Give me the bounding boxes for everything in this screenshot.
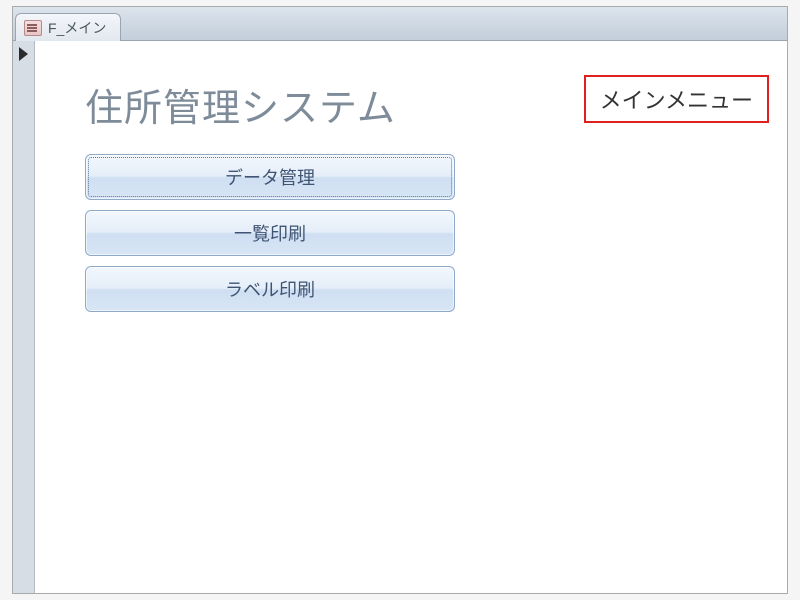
label-print-button[interactable]: ラベル印刷: [85, 266, 455, 312]
current-record-arrow-icon: [19, 47, 28, 61]
form-tab-main[interactable]: F_メイン: [15, 13, 121, 41]
access-form-window: F_メイン 住所管理システム データ管理 一覧印刷 ラベル印刷 メインメニュー: [12, 6, 788, 594]
list-print-button[interactable]: 一覧印刷: [85, 210, 455, 256]
form-icon: [24, 20, 42, 36]
form-tabbar: F_メイン: [13, 7, 787, 41]
record-selector[interactable]: [13, 41, 35, 593]
tab-title: F_メイン: [48, 18, 106, 38]
data-management-button[interactable]: データ管理: [85, 154, 455, 200]
form-detail: 住所管理システム データ管理 一覧印刷 ラベル印刷: [35, 41, 787, 593]
form-client-area: 住所管理システム データ管理 一覧印刷 ラベル印刷 メインメニュー: [13, 41, 787, 593]
annotation-callout: メインメニュー: [584, 75, 769, 123]
